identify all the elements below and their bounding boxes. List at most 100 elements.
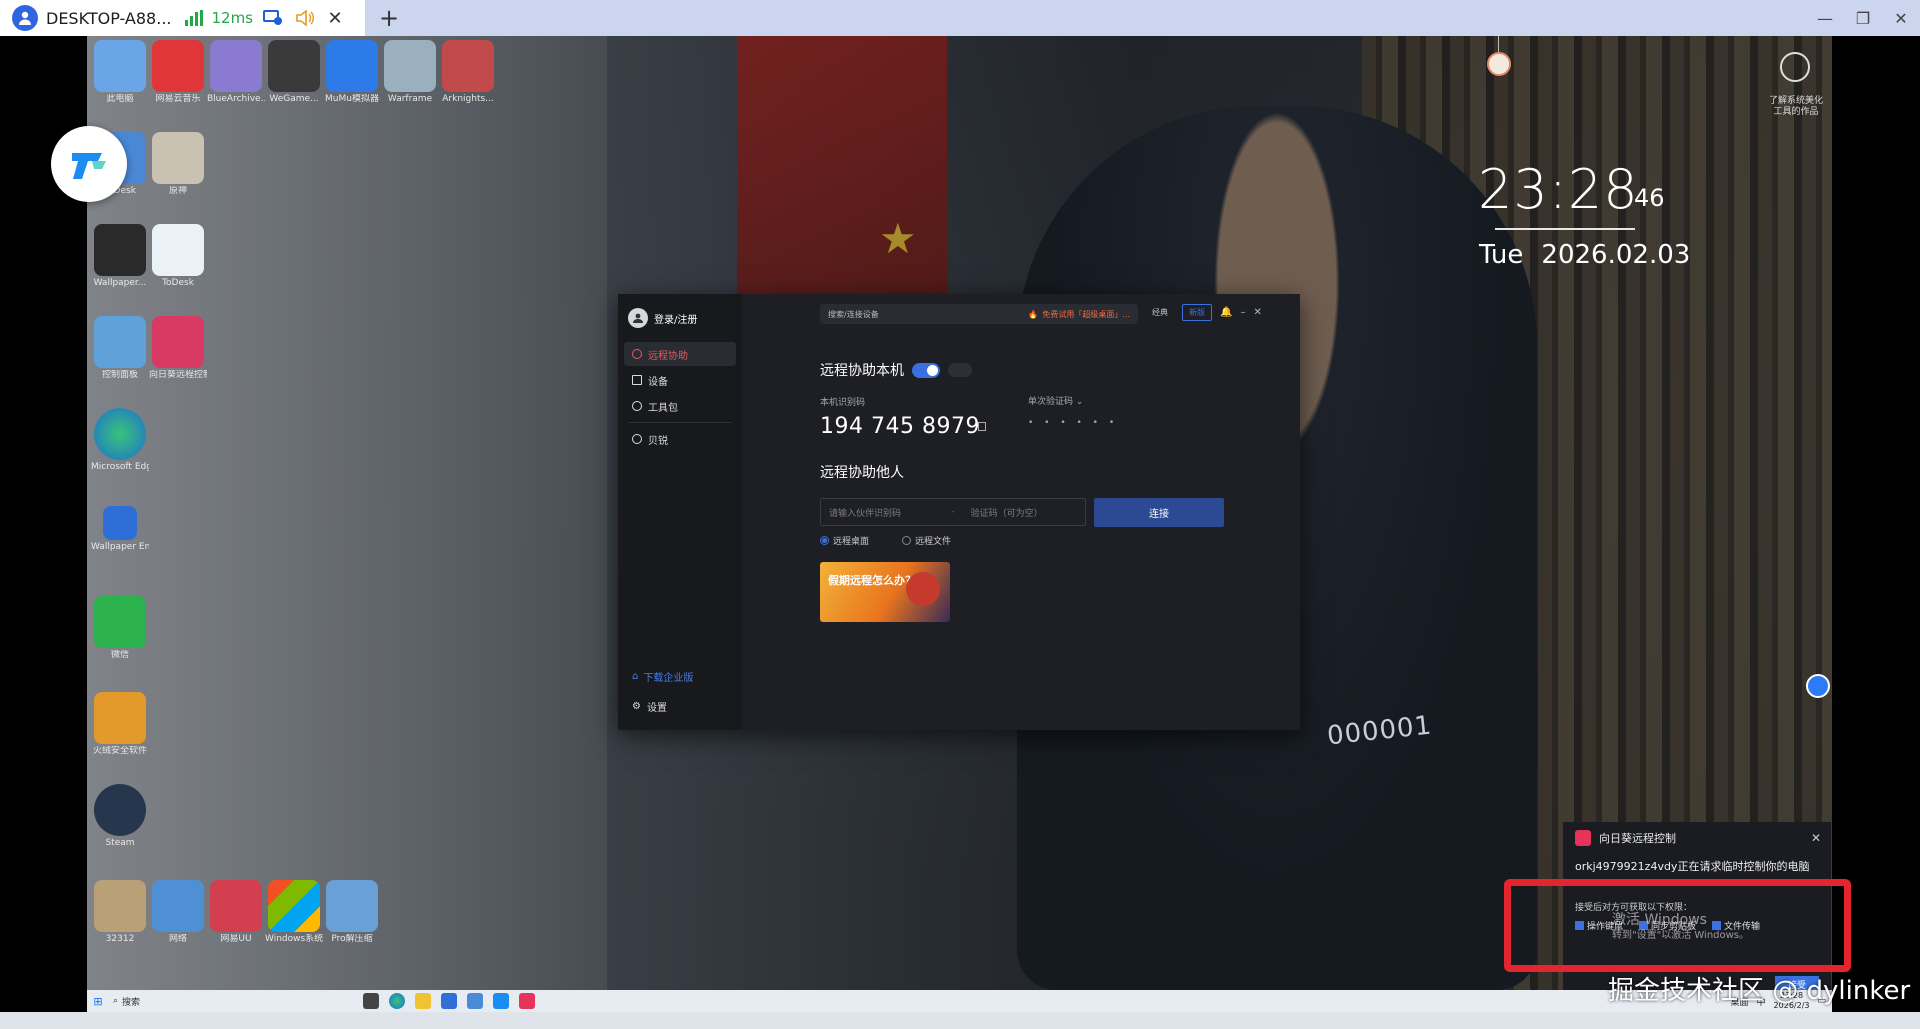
search-placeholder: 搜索/连接设备 — [828, 309, 879, 319]
screen-switch-icon[interactable] — [261, 7, 285, 29]
tab-close-icon[interactable]: ✕ — [325, 8, 345, 29]
desktop-icon[interactable]: 控制面板 — [91, 316, 149, 381]
todesk-sidebar: 登录/注册 远程协助 设备 工具包 贝锐 ⌂ 下载企业版 ⚙ 设置 — [618, 294, 742, 730]
desktop-icon[interactable]: Pro解压缩 — [323, 880, 381, 945]
desktop-icon[interactable]: 原神 — [149, 132, 207, 197]
desktop-icon[interactable]: BlueArchive... — [207, 40, 265, 105]
floating-tool-icon[interactable] — [1806, 674, 1830, 698]
signal-icon — [185, 10, 204, 26]
sunlogin-icon — [152, 316, 204, 368]
sunlogin-logo-icon — [1575, 830, 1591, 846]
latency-text: 12ms — [211, 9, 253, 27]
settings-label: 设置 — [646, 703, 667, 714]
add-tab-button[interactable]: + — [371, 0, 407, 36]
cat-icon[interactable] — [1487, 52, 1511, 76]
remote-desktop-radio[interactable]: 远程桌面 — [820, 534, 869, 547]
remote-file-radio[interactable]: 远程文件 — [902, 534, 951, 547]
task-view-icon[interactable] — [363, 993, 379, 1009]
desktop-icon[interactable]: MuMu模拟器 — [323, 40, 381, 105]
windows-start-icon[interactable]: ⊞ — [87, 990, 109, 1012]
clock-weekday: Tue — [1479, 240, 1524, 270]
connect-button[interactable]: 连接 — [1094, 498, 1224, 527]
partner-id-input[interactable]: 请输入伙伴识别码 - 验证码（可为空） — [820, 498, 1086, 526]
search-connect-input[interactable]: 搜索/连接设备 🔥 免费试用「超级桌面」... — [820, 304, 1138, 324]
session-tab[interactable]: DESKTOP-A88... 12ms ✕ — [0, 0, 365, 36]
steam-icon — [94, 784, 146, 836]
download-enterprise-link[interactable]: ⌂ 下载企业版 — [632, 669, 693, 684]
monitor-icon — [632, 375, 642, 385]
activate-windows-watermark: 激活 Windows 转到"设置"以激活 Windows。 — [1612, 912, 1749, 944]
close-icon[interactable]: ✕ — [1253, 307, 1261, 318]
assist-self-toggle[interactable] — [912, 362, 940, 378]
sunlogin-taskbar-icon[interactable] — [519, 993, 535, 1009]
desktop-icon[interactable]: 火绒安全软件 — [91, 692, 149, 757]
desktop-icon[interactable]: Wallpaper Engine... — [91, 506, 149, 553]
todesk-main: 搜索/连接设备 🔥 免费试用「超级桌面」... 经典 新版 🔔 – ✕ 远程协助本… — [742, 294, 1300, 730]
desktop-icon[interactable]: 网络 — [149, 880, 207, 945]
desktop-icon[interactable]: Steam — [91, 784, 149, 849]
new-mode-button[interactable]: 新版 — [1182, 304, 1212, 321]
todesk-nav: 远程协助 设备 工具包 贝锐 — [618, 342, 742, 451]
desktop-icon[interactable]: ToDesk — [149, 224, 207, 289]
nav-label: 工具包 — [648, 402, 678, 414]
desktop-icon[interactable]: Warframe — [381, 40, 439, 105]
nav-item-devices[interactable]: 设备 — [624, 368, 736, 392]
classic-mode-button[interactable]: 经典 — [1146, 305, 1174, 320]
pass-label: 单次验证码 — [1028, 397, 1074, 407]
minimize-button[interactable]: — — [1806, 0, 1844, 36]
desktop-icon[interactable]: Wallpaper... — [91, 224, 149, 289]
desktop-icon[interactable]: 此电脑 — [91, 40, 149, 105]
maximize-button[interactable]: ❐ — [1844, 0, 1882, 36]
avatar-icon — [628, 308, 648, 328]
desktop-icon[interactable]: 网易云音乐 — [149, 40, 207, 105]
desktop-icon[interactable]: 微信 — [91, 596, 149, 661]
taskbar: ⊞ ⌕ 搜索 桌面 中 23:28 2026/2/3 ▭ — [87, 990, 1832, 1012]
desktop-icon[interactable]: 网易UU — [207, 880, 265, 945]
desktop-icon[interactable]: WeGame... — [265, 40, 323, 105]
desktop-icon[interactable]: Windows系统... — [265, 880, 323, 945]
chat-icon[interactable] — [948, 363, 972, 377]
taskbar-search[interactable]: ⌕ 搜索 — [113, 993, 243, 1009]
genshin-icon — [152, 132, 204, 184]
copy-icon[interactable] — [978, 422, 986, 431]
nav-item-oray[interactable]: 贝锐 — [624, 427, 736, 451]
radio-label: 远程文件 — [915, 537, 952, 547]
client-bottom-strip — [0, 1012, 1920, 1029]
desktop-icon[interactable]: Arknights... — [439, 40, 497, 105]
desktop-icon[interactable]: 向日葵远程控制 — [149, 316, 207, 381]
enterprise-icon: ⌂ — [632, 671, 639, 682]
remote-taskbar-icon[interactable] — [467, 993, 483, 1009]
settings-button[interactable]: ⚙ 设置 — [632, 699, 667, 714]
close-button[interactable]: ✕ — [1882, 0, 1920, 36]
minimize-icon[interactable]: – — [1240, 307, 1245, 318]
notification-header: 向日葵远程控制 — [1563, 822, 1831, 854]
desktop-icon[interactable]: 32312 — [91, 880, 149, 945]
verify-code-input[interactable]: 验证码（可为空） — [963, 506, 1085, 519]
clock-time: 23:28 — [1478, 158, 1639, 221]
store-taskbar-icon[interactable] — [441, 993, 457, 1009]
user-icon — [12, 5, 38, 31]
nav-item-toolkit[interactable]: 工具包 — [624, 394, 736, 418]
profile-icon[interactable] — [1780, 52, 1810, 82]
arknights-icon — [442, 40, 494, 92]
promo-banner[interactable]: 假期远程怎么办？ — [820, 562, 950, 622]
wechat-icon — [94, 596, 146, 648]
todesk-taskbar-icon[interactable] — [493, 993, 509, 1009]
promo-link[interactable]: 🔥 免费试用「超级桌面」... — [1028, 309, 1130, 320]
one-time-code-dropdown[interactable]: 单次验证码 ⌄ — [1028, 394, 1083, 407]
clock-seconds: 46 — [1634, 184, 1665, 212]
partner-placeholder: 请输入伙伴识别码 — [829, 508, 902, 519]
explorer-taskbar-icon[interactable] — [415, 993, 431, 1009]
speaker-icon[interactable] — [293, 7, 317, 29]
desktop-icon[interactable]: Microsoft Edge — [91, 408, 149, 473]
login-register-button[interactable]: 登录/注册 — [618, 306, 742, 330]
edge-taskbar-icon[interactable] — [389, 993, 405, 1009]
window-controls: — ❐ ✕ — [1806, 0, 1920, 36]
nav-item-remote-assist[interactable]: 远程协助 — [624, 342, 736, 366]
huorong-icon — [94, 692, 146, 744]
todesk-float-ball[interactable] — [51, 126, 127, 202]
bell-icon[interactable]: 🔔 — [1220, 307, 1232, 318]
oray-icon — [632, 434, 642, 444]
nav-label: 远程协助 — [648, 350, 688, 362]
notification-close-button[interactable]: ✕ — [1811, 831, 1821, 845]
